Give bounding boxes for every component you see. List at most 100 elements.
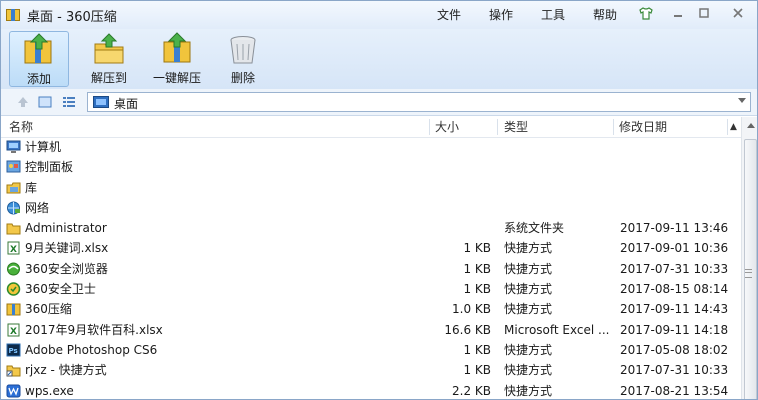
item-name: 计算机 <box>25 140 62 154</box>
one-click-extract-button[interactable]: 一键解压 <box>147 31 207 87</box>
item-type: 快捷方式 <box>504 302 553 317</box>
item-size: 1.0 KB <box>452 302 491 317</box>
column-type[interactable]: 类型 <box>504 117 528 137</box>
folder-shortcut-icon <box>6 363 21 377</box>
item-type: 快捷方式 <box>504 342 553 357</box>
item-name: Administrator <box>25 221 107 236</box>
menu-bar: 文件 操作 工具 帮助 <box>437 1 645 29</box>
item-name: 控制面板 <box>25 160 74 175</box>
extract-folder-icon <box>91 32 127 66</box>
column-date[interactable]: 修改日期 <box>619 117 667 137</box>
scroll-grip-icon <box>745 269 752 278</box>
item-name: 网络 <box>25 200 50 215</box>
column-header: 名称 大小 类型 修改日期 ▲ <box>1 117 741 138</box>
item-name: 360压缩 <box>25 302 72 317</box>
title-bar: 桌面 - 360压缩 文件 操作 工具 帮助 <box>1 1 757 29</box>
address-dropdown-icon[interactable] <box>738 98 746 103</box>
wps-icon <box>6 384 21 398</box>
address-path: 桌面 <box>114 97 139 111</box>
item-date: 2017-09-01 10:36 <box>620 241 729 256</box>
list-item[interactable]: 计算机 <box>1 137 741 157</box>
sort-up-icon: ▲ <box>730 122 737 132</box>
item-name: 360安全浏览器 <box>25 261 108 276</box>
svg-text:X: X <box>10 245 17 255</box>
item-type: 快捷方式 <box>504 261 553 276</box>
toolbar: 添加 解压到 一键解压 删除 <box>1 29 757 90</box>
add-label: 添加 <box>26 72 51 86</box>
details-view-icon[interactable] <box>61 94 77 110</box>
svg-text:X: X <box>10 327 17 337</box>
item-name: rjxz - 快捷方式 <box>25 363 107 378</box>
item-size: 2.2 KB <box>452 383 491 398</box>
item-type: 快捷方式 <box>504 241 553 256</box>
extract-to-label: 解压到 <box>90 71 127 85</box>
address-row: 桌面 <box>1 89 757 116</box>
list-item[interactable]: rjxz - 快捷方式 1 KB 快捷方式 2017-07-31 10:33 <box>1 360 741 380</box>
list-item[interactable]: X 9月关键词.xlsx 1 KB 快捷方式 2017-09-01 10:36 <box>1 238 741 258</box>
item-type: Microsoft Excel ... <box>504 322 610 337</box>
item-type: 快捷方式 <box>504 383 553 398</box>
minimize-icon[interactable] <box>667 7 689 23</box>
360zip-icon <box>6 302 21 316</box>
item-date: 2017-07-31 10:33 <box>620 261 729 276</box>
item-date: 2017-09-11 14:18 <box>620 322 729 337</box>
item-name: 库 <box>25 180 38 195</box>
360zip-app-icon <box>5 7 21 23</box>
item-name: Adobe Photoshop CS6 <box>25 342 158 357</box>
one-click-extract-icon <box>159 32 195 66</box>
item-date: 2017-07-31 10:33 <box>620 363 729 378</box>
list-item[interactable]: Ps Adobe Photoshop CS6 1 KB 快捷方式 2017-05… <box>1 340 741 360</box>
list-item[interactable]: wps.exe 2.2 KB 快捷方式 2017-08-21 13:54 <box>1 381 741 399</box>
excel-icon: X <box>6 323 21 337</box>
list-item[interactable]: 库 <box>1 178 741 198</box>
shirt-icon[interactable] <box>635 7 657 23</box>
item-size: 1 KB <box>463 282 491 297</box>
item-size: 1 KB <box>463 363 491 378</box>
item-size: 1 KB <box>463 342 491 357</box>
column-size[interactable]: 大小 <box>435 117 459 137</box>
item-name: wps.exe <box>25 383 74 398</box>
file-list: 计算机 控制面板 库 网络 Administrator 系统文件夹 2017-0… <box>1 137 741 399</box>
item-date: 2017-08-15 08:14 <box>620 282 729 297</box>
item-size: 16.6 KB <box>444 322 491 337</box>
list-item[interactable]: 控制面板 <box>1 157 741 177</box>
trash-icon <box>225 32 261 66</box>
vertical-scrollbar[interactable] <box>741 117 757 399</box>
add-button[interactable]: 添加 <box>9 31 69 87</box>
network-icon <box>6 201 21 215</box>
folder-icon <box>6 221 21 235</box>
up-arrow-icon[interactable] <box>15 94 31 110</box>
list-item[interactable]: X 2017年9月软件百科.xlsx 16.6 KB Microsoft Exc… <box>1 320 741 340</box>
scroll-up-icon[interactable] <box>747 123 755 128</box>
item-type: 快捷方式 <box>504 363 553 378</box>
app-window: 桌面 - 360压缩 文件 操作 工具 帮助 添加 解压到 一键解压 删除 桌面… <box>0 0 758 400</box>
item-date: 2017-08-21 13:54 <box>620 383 729 398</box>
maximize-icon[interactable] <box>693 7 715 23</box>
computer-icon <box>6 140 21 154</box>
item-name: 360安全卫士 <box>25 282 96 297</box>
list-item[interactable]: 360安全浏览器 1 KB 快捷方式 2017-07-31 10:33 <box>1 259 741 279</box>
large-icon-view-icon[interactable] <box>37 94 53 110</box>
item-type: 快捷方式 <box>504 282 553 297</box>
item-name: 2017年9月软件百科.xlsx <box>25 322 163 337</box>
one-click-extract-label: 一键解压 <box>152 71 201 85</box>
desktop-icon <box>93 96 109 108</box>
list-item[interactable]: 网络 <box>1 198 741 218</box>
add-archive-icon <box>21 33 57 67</box>
column-name[interactable]: 名称 <box>9 117 33 137</box>
list-item[interactable]: Administrator 系统文件夹 2017-09-11 13:46 <box>1 218 741 238</box>
list-item[interactable]: 360压缩 1.0 KB 快捷方式 2017-09-11 14:43 <box>1 299 741 319</box>
delete-button[interactable]: 删除 <box>219 31 267 87</box>
window-title: 桌面 - 360压缩 <box>27 9 117 25</box>
menu-operation[interactable]: 操作 <box>489 1 541 29</box>
address-bar[interactable]: 桌面 <box>87 92 751 112</box>
excel-icon: X <box>6 241 21 255</box>
menu-tools[interactable]: 工具 <box>541 1 593 29</box>
guard-icon <box>6 282 21 296</box>
close-icon[interactable] <box>727 7 749 23</box>
list-item[interactable]: 360安全卫士 1 KB 快捷方式 2017-08-15 08:14 <box>1 279 741 299</box>
extract-to-button[interactable]: 解压到 <box>81 31 137 87</box>
menu-file[interactable]: 文件 <box>437 1 489 29</box>
browser-icon <box>6 262 21 276</box>
library-icon <box>6 181 21 195</box>
